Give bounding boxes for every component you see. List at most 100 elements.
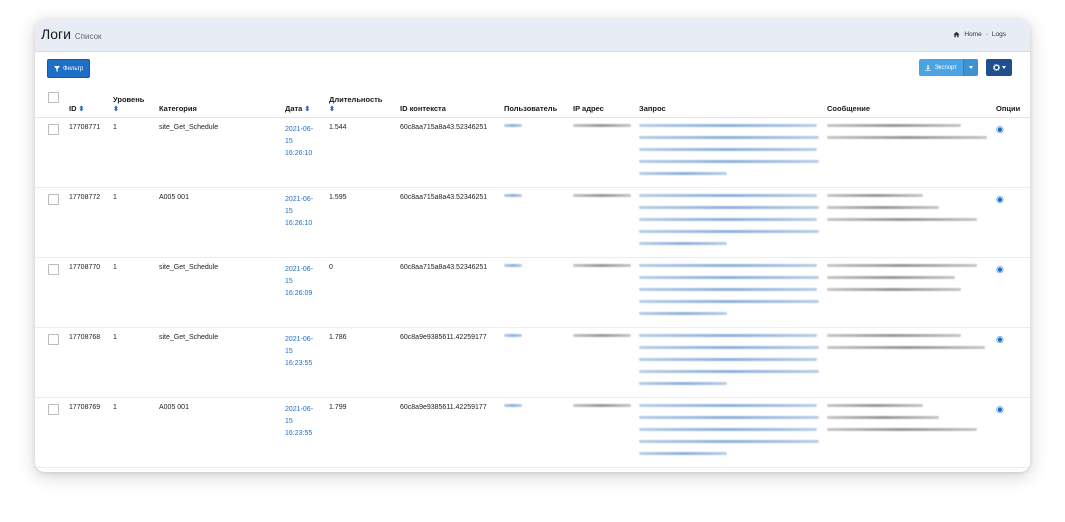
date-line: 2021-06- (285, 126, 314, 133)
cell-id: 17708772 (67, 187, 111, 258)
download-icon (925, 64, 932, 71)
cell-level: 1 (111, 257, 157, 328)
table-row: 17708768 1 site_Get_Schedule 2021-06- 15 1… (35, 327, 1030, 398)
redacted-request-line (639, 206, 819, 209)
eye-icon[interactable]: ◉ (996, 334, 1004, 344)
cell-level: 1 (111, 327, 157, 398)
date-line: 2021-06- (285, 406, 314, 413)
column-header-duration[interactable]: Длительность ⬍ (327, 82, 398, 118)
cell-date: 2021-06- 15 16:26:10 (283, 117, 327, 188)
cell-options: ◉ (994, 397, 1030, 468)
date-link[interactable]: 2021-06- 15 16:26:10 (285, 194, 325, 230)
row-checkbox[interactable] (48, 264, 59, 275)
cell-user (502, 327, 571, 398)
breadcrumb-current: Logs (991, 31, 1006, 38)
row-checkbox[interactable] (48, 194, 59, 205)
cell-context-id: 60c8a9e9385611.42259177 (398, 397, 502, 468)
settings-dropdown-button[interactable] (986, 59, 1012, 76)
export-button[interactable]: Экспорт (919, 59, 963, 76)
redacted-ip (573, 264, 631, 267)
redacted-message-line (827, 276, 955, 279)
redacted-message-line (827, 288, 961, 291)
time-line: 16:26:10 (285, 150, 313, 157)
column-header-request: Запрос (637, 82, 825, 118)
eye-icon[interactable]: ◉ (996, 404, 1004, 414)
column-header-level[interactable]: Уровень ⬍ (111, 82, 157, 118)
eye-icon[interactable]: ◉ (996, 264, 1004, 274)
column-header-id-label: ID (69, 104, 77, 113)
redacted-request-line (639, 428, 817, 431)
row-select-cell (35, 327, 67, 398)
date-line: 2021-06- (285, 266, 314, 273)
cell-category: A005 001 (157, 397, 283, 468)
cell-duration: 1.786 (327, 327, 398, 398)
cell-options: ◉ (994, 187, 1030, 258)
cell-ip (571, 397, 637, 468)
cell-level: 1 (111, 187, 157, 258)
redacted-request-line (639, 370, 819, 373)
cell-message (825, 187, 994, 258)
page-title: Логи Список (41, 26, 102, 42)
table-header-row: ID ⬍ Уровень ⬍ Категория Дата ⬍ Длительност… (35, 82, 1030, 118)
row-checkbox[interactable] (48, 334, 59, 345)
sort-icon[interactable]: ⬍ (329, 106, 335, 113)
column-header-date-label: Дата (285, 104, 303, 113)
cell-context-id: 60c8a9e9385611.42259177 (398, 327, 502, 398)
toolbar: Фильтр Экспорт (35, 52, 1030, 82)
eye-icon[interactable]: ◉ (996, 124, 1004, 134)
row-checkbox[interactable] (48, 124, 59, 135)
page-subtitle: Список (74, 32, 102, 41)
page-header: Логи Список Home › Logs (35, 19, 1030, 52)
column-header-level-label: Уровень (113, 95, 145, 104)
date-link[interactable]: 2021-06- 15 16:23:55 (285, 404, 325, 440)
filter-button[interactable]: Фильтр (47, 59, 91, 78)
logs-table: ID ⬍ Уровень ⬍ Категория Дата ⬍ Длительност… (35, 82, 1030, 468)
cell-id: 17708771 (67, 117, 111, 188)
cell-category: site_Get_Schedule (157, 327, 283, 398)
eye-icon[interactable]: ◉ (996, 194, 1004, 204)
date-line: 2021-06- (285, 336, 314, 343)
redacted-message-line (827, 404, 923, 407)
sort-icon[interactable]: ⬍ (304, 106, 310, 113)
breadcrumb-home-link[interactable]: Home (964, 31, 981, 38)
redacted-request-line (639, 242, 727, 245)
redacted-message-line (827, 136, 987, 139)
column-header-ip: IP адрес (571, 82, 637, 118)
column-header-date[interactable]: Дата ⬍ (283, 82, 327, 118)
cell-user (502, 117, 571, 188)
redacted-request-line (639, 416, 819, 419)
cell-category: site_Get_Schedule (157, 117, 283, 188)
breadcrumb: Home › Logs (953, 31, 1006, 38)
sort-icon[interactable]: ⬍ (113, 106, 119, 113)
cell-request (637, 257, 825, 328)
redacted-ip (573, 404, 631, 407)
redacted-message-line (827, 218, 977, 221)
redacted-request-line (639, 346, 819, 349)
date-link[interactable]: 2021-06- 15 16:26:10 (285, 124, 325, 160)
column-header-id[interactable]: ID ⬍ (67, 82, 111, 118)
redacted-ip (573, 124, 631, 127)
date-link[interactable]: 2021-06- 15 16:26:09 (285, 264, 325, 300)
date-link[interactable]: 2021-06- 15 16:23:55 (285, 334, 325, 370)
time-line: 16:26:10 (285, 220, 313, 227)
cell-options: ◉ (994, 327, 1030, 398)
time-line: 16:26:09 (285, 290, 313, 297)
cell-message (825, 397, 994, 468)
select-all-checkbox[interactable] (48, 92, 59, 103)
cell-message (825, 327, 994, 398)
export-dropdown-toggle[interactable] (963, 59, 978, 76)
redacted-message-line (827, 334, 961, 337)
cell-category: site_Get_Schedule (157, 257, 283, 328)
row-checkbox[interactable] (48, 404, 59, 415)
redacted-message-line (827, 194, 923, 197)
redacted-user (504, 404, 522, 407)
sort-icon[interactable]: ⬍ (79, 106, 85, 113)
redacted-message-line (827, 428, 977, 431)
cell-ip (571, 257, 637, 328)
redacted-request-line (639, 264, 817, 267)
filter-button-label: Фильтр (63, 65, 84, 72)
cell-user (502, 257, 571, 328)
table-row: 17708770 1 site_Get_Schedule 2021-06- 15 1… (35, 257, 1030, 328)
redacted-request-line (639, 440, 819, 443)
redacted-ip (573, 194, 631, 197)
